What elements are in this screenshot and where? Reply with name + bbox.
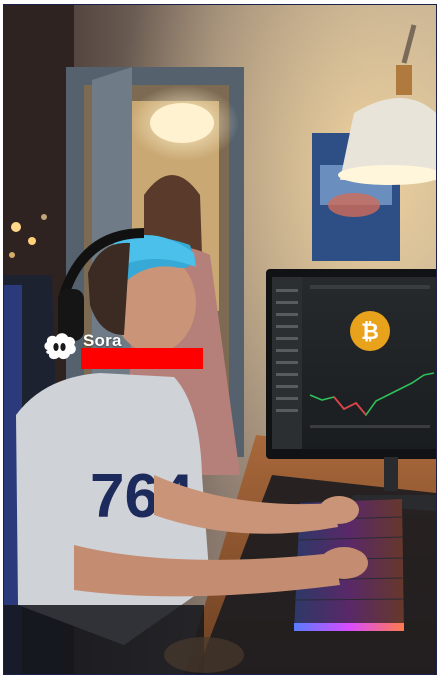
sora-cloud-logo-icon [44, 333, 76, 360]
bitcoin-symbol: ₿ [361, 320, 379, 345]
image-frame: ₿ 764 Sora [3, 4, 437, 675]
redaction-bar [81, 348, 203, 369]
